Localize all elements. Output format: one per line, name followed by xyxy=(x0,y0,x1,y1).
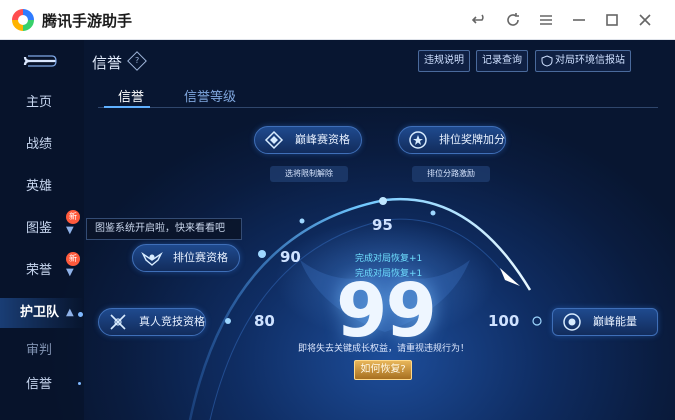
hero-restriction-lifted-label: 选将限制解除 xyxy=(270,166,348,182)
rank-lane-incentive-label: 排位分路激励 xyxy=(412,166,490,182)
peak-crest-icon xyxy=(264,130,284,150)
sidebar-item-label: 护卫队 xyxy=(20,305,60,320)
tab-credit[interactable]: 信誉 xyxy=(118,86,144,105)
tab-credit-level[interactable]: 信誉等级 xyxy=(184,86,236,105)
peak-energy-label: 巅峰能量 xyxy=(593,315,637,328)
crossed-swords-icon xyxy=(110,314,126,330)
page-title: 信誉 xyxy=(92,54,123,72)
app-title: 腾讯手游助手 xyxy=(42,12,133,30)
arc-marker-95: 95 xyxy=(372,216,393,234)
how-to-recover-button[interactable]: 如何恢复? xyxy=(354,360,412,380)
title-bar: 腾讯手游助手 xyxy=(0,0,675,40)
violation-info-button[interactable]: 违规说明 xyxy=(418,50,470,72)
back-icon[interactable] xyxy=(470,10,490,30)
close-icon[interactable] xyxy=(635,10,655,30)
real-person-competition-button[interactable]: 真人竞技资格 xyxy=(98,308,206,336)
active-indicator-dot xyxy=(78,382,81,385)
active-indicator-dot xyxy=(78,312,83,317)
peak-energy-button[interactable]: 巅峰能量 xyxy=(552,308,658,336)
tab-active-underline xyxy=(104,106,150,108)
back-arrow-icon[interactable] xyxy=(22,52,58,70)
arc-marker-80: 80 xyxy=(254,312,275,330)
sidebar-item-label: 英雄 xyxy=(26,179,53,194)
energy-ring-icon xyxy=(563,313,581,331)
app-logo-icon xyxy=(12,9,34,31)
minimize-icon[interactable] xyxy=(569,10,589,30)
sidebar-item-label: 荣誉 xyxy=(26,263,53,278)
rank-medal-bonus-button[interactable]: 排位奖牌加分 xyxy=(398,126,506,154)
chevron-down-icon: ▼ xyxy=(66,267,74,278)
recover-hint: 完成对局恢复+1 xyxy=(355,254,423,264)
sidebar-item-label: 图鉴 xyxy=(26,221,53,236)
sidebar-item-label: 主页 xyxy=(26,95,53,110)
ranked-wings-icon xyxy=(141,251,163,266)
rank-medal-icon xyxy=(409,131,427,149)
rank-medal-bonus-label: 排位奖牌加分 xyxy=(439,133,505,146)
real-person-competition-label: 真人竞技资格 xyxy=(139,315,205,328)
peak-match-qualification-button[interactable]: 巅峰赛资格 xyxy=(254,126,362,154)
main-panel: 主页 战绩 英雄 图鉴 新 ▼ 荣誉 新 ▼ 护卫队 ▲ 审判 信誉 信誉 ? … xyxy=(0,40,675,420)
chevron-down-icon: ▼ xyxy=(66,225,74,236)
sidebar-item-label: 信誉 xyxy=(26,377,53,392)
sidebar-item-credit[interactable]: 信誉 xyxy=(0,370,84,400)
refresh-icon[interactable] xyxy=(503,10,523,30)
sidebar-item-atlas[interactable]: 图鉴 新 ▼ xyxy=(0,210,84,244)
tab-divider xyxy=(98,107,658,108)
sidebar-item-guard-team[interactable]: 护卫队 ▲ xyxy=(0,298,84,328)
sidebar-item-record[interactable]: 战绩 xyxy=(0,130,84,160)
sidebar-item-judge[interactable]: 审判 xyxy=(0,336,84,366)
sidebar-item-home[interactable]: 主页 xyxy=(0,88,84,118)
sidebar-item-honor[interactable]: 荣誉 新 ▼ xyxy=(0,252,84,286)
sidebar-item-label: 审判 xyxy=(26,343,53,358)
chevron-up-icon: ▲ xyxy=(66,307,74,318)
maximize-icon[interactable] xyxy=(602,10,622,30)
record-query-button[interactable]: 记录查询 xyxy=(476,50,528,72)
ranked-match-qualification-label: 排位赛资格 xyxy=(173,251,228,264)
peak-match-qualification-label: 巅峰赛资格 xyxy=(295,133,350,146)
sidebar: 主页 战绩 英雄 图鉴 新 ▼ 荣誉 新 ▼ 护卫队 ▲ 审判 信誉 xyxy=(0,40,84,420)
atlas-tooltip: 图鉴系统开启啦，快来看看吧 xyxy=(86,218,242,240)
sidebar-item-heroes[interactable]: 英雄 xyxy=(0,172,84,202)
shield-icon xyxy=(541,55,553,67)
arc-marker-100: 100 xyxy=(488,312,520,330)
sidebar-item-label: 战绩 xyxy=(26,137,53,152)
warning-text: 即将失去关键成长权益，请重视违规行为！ xyxy=(298,344,470,354)
arc-marker-90: 90 xyxy=(280,248,301,266)
environment-report-label: 对局环境信报站 xyxy=(555,55,625,66)
ranked-match-qualification-button[interactable]: 排位赛资格 xyxy=(132,244,240,272)
environment-report-button[interactable]: 对局环境信报站 xyxy=(535,50,631,72)
menu-icon[interactable] xyxy=(536,10,556,30)
